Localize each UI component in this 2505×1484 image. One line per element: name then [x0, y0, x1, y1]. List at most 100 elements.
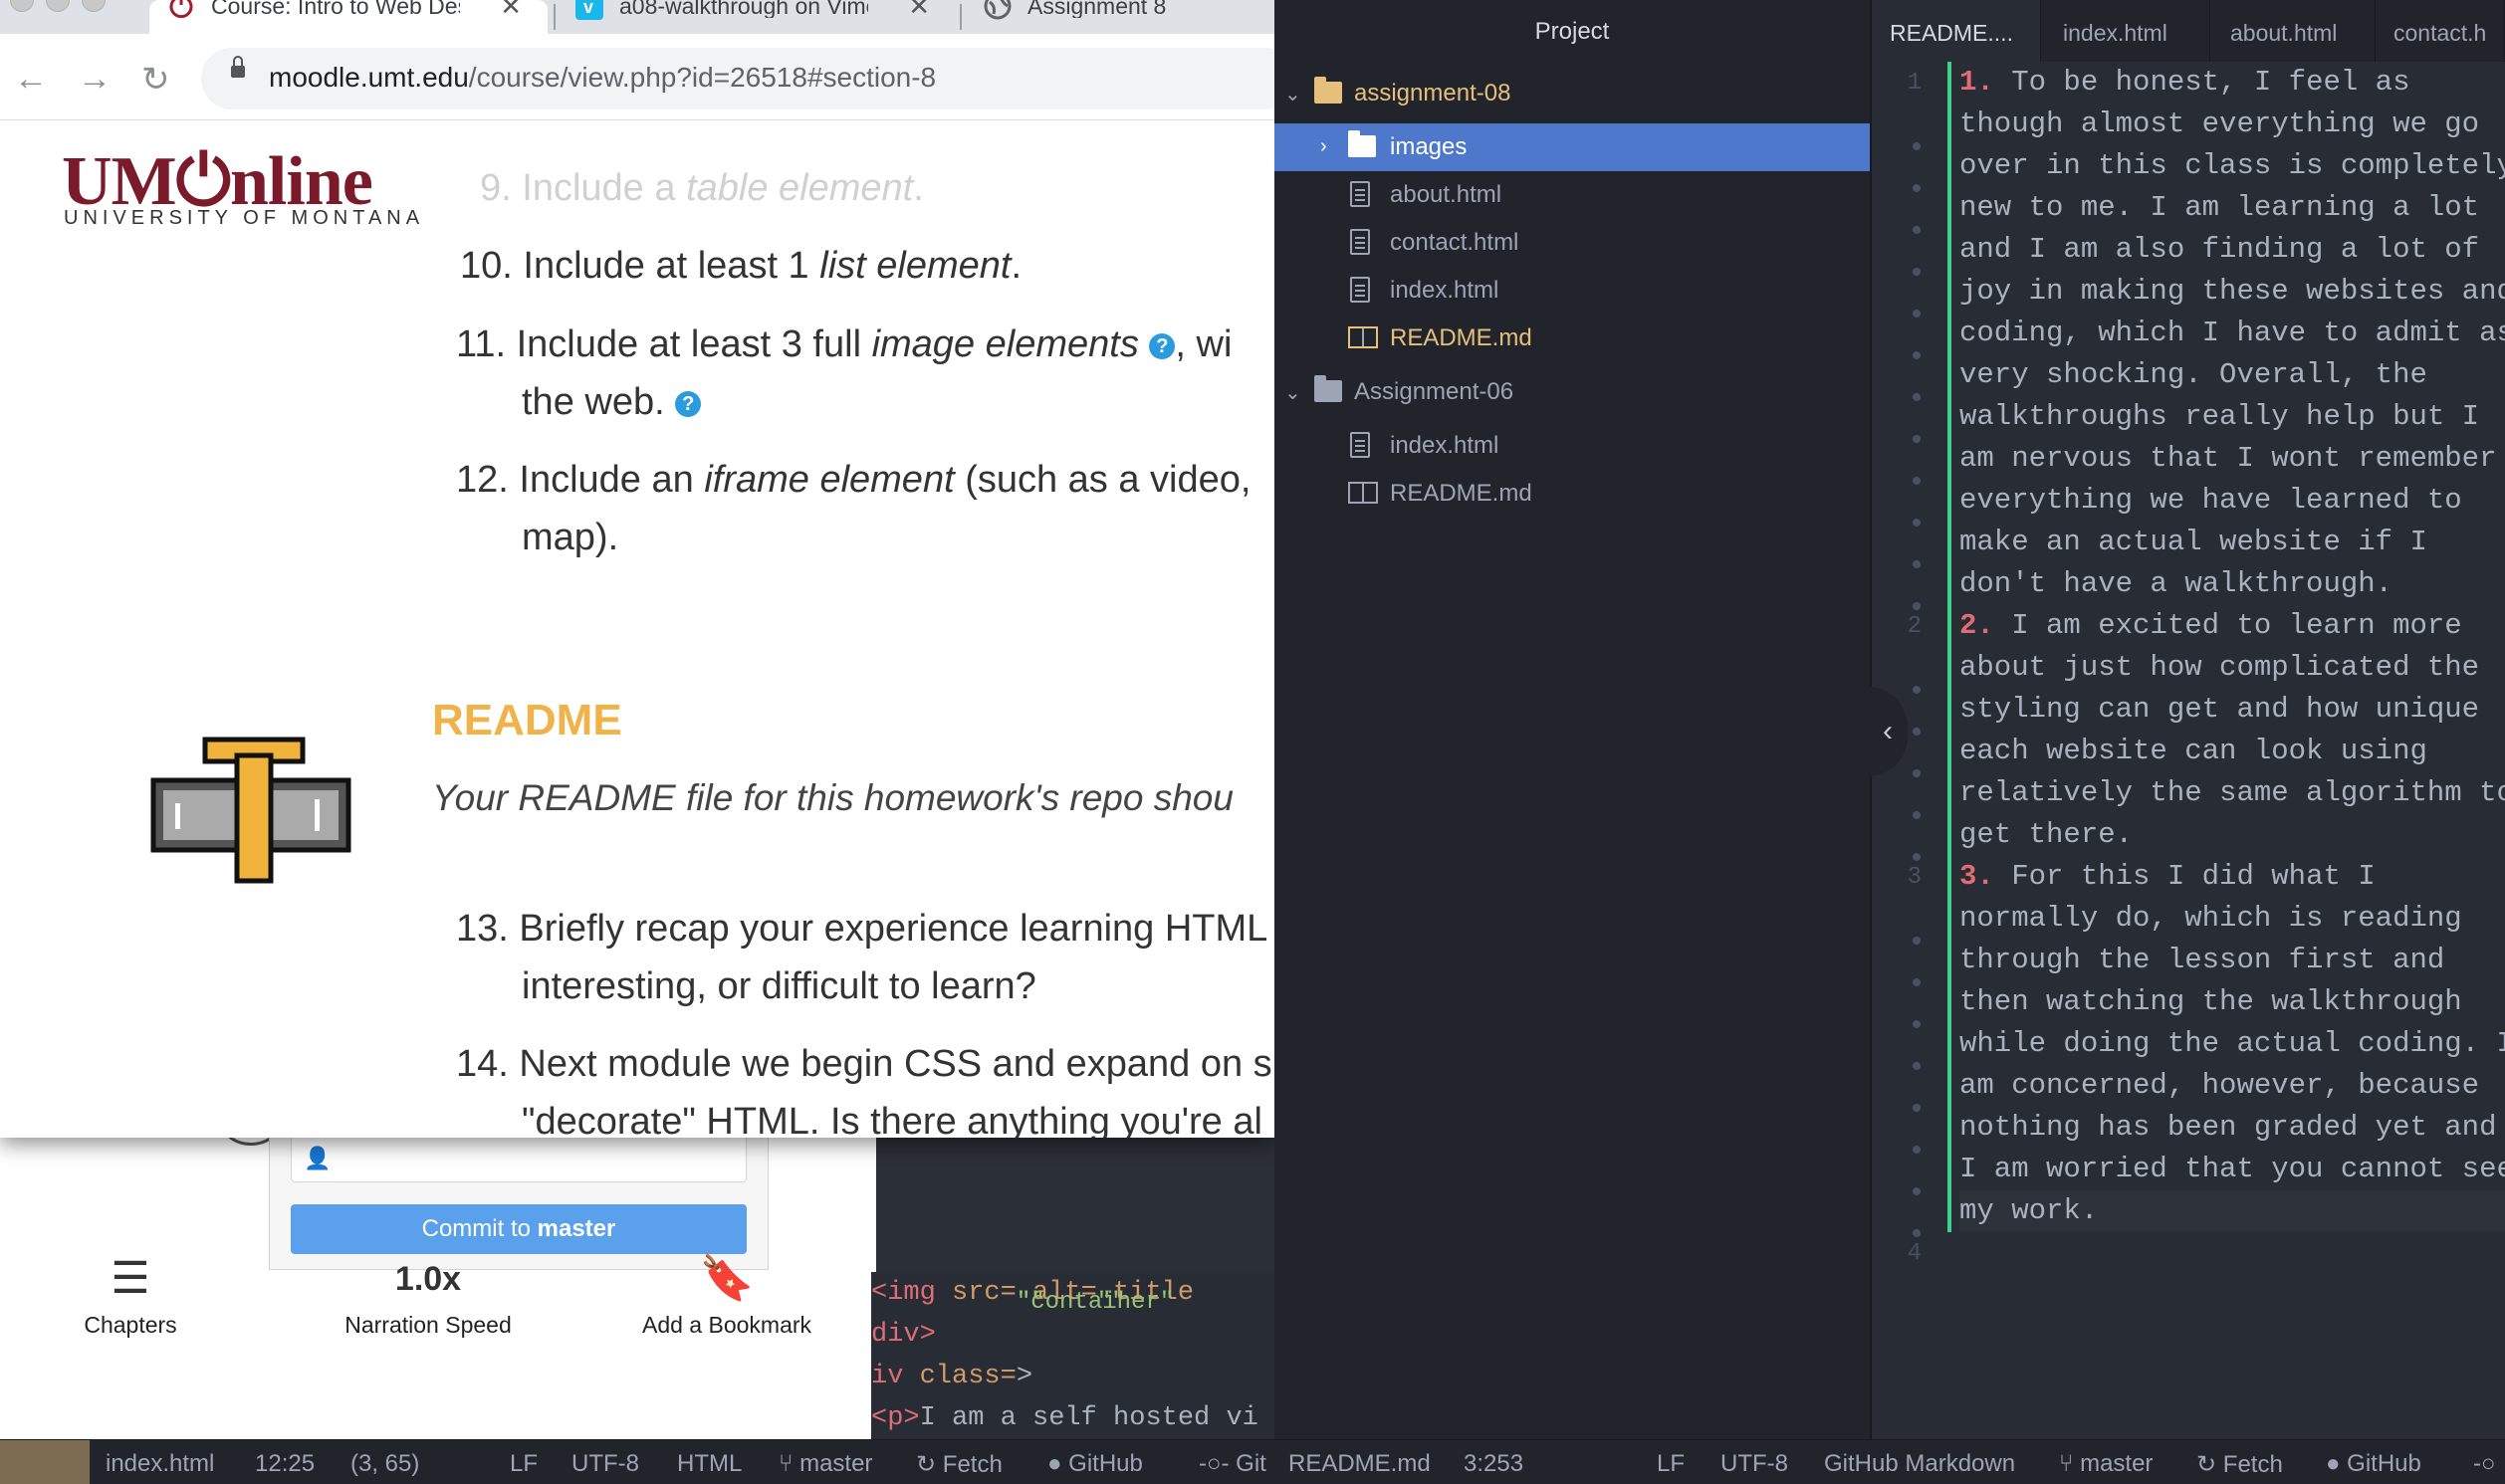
- chapters-button[interactable]: ☰ Chapters: [56, 1254, 205, 1339]
- tab-vimeo[interactable]: v a08-walkthrough on Vimeo ✕: [558, 0, 956, 34]
- editor-tab-contact[interactable]: contact.h: [2376, 0, 2505, 62]
- tree-file-index-06[interactable]: index.html: [1274, 422, 1870, 470]
- status-branch[interactable]: ⑂ master: [2059, 1450, 2153, 1478]
- forward-icon[interactable]: →: [78, 60, 112, 99]
- git-commit-icon[interactable]: -○: [2473, 1450, 2496, 1478]
- status-fetch[interactable]: ↻ Fetch: [916, 1450, 1003, 1479]
- help-icon[interactable]: ?: [1149, 333, 1176, 359]
- code-token: iv: [871, 1362, 904, 1391]
- tab-course[interactable]: Course: Intro to Web Desi ✕: [149, 0, 548, 34]
- close-tab-icon[interactable]: ✕: [500, 0, 522, 19]
- file-icon: [1350, 181, 1370, 207]
- tree-folder-assignment-08[interactable]: ⌄ assignment-08: [1274, 70, 1870, 117]
- code-line: 3. For this I did what I: [1959, 856, 2376, 898]
- page-content: UM⏻nline UNIVERSITY OF MONTANA 9. Includ…: [0, 120, 1274, 1138]
- list-item-11: 11. Include at least 3 full image elemen…: [456, 316, 1232, 373]
- text-editor-pane[interactable]: README.... index.html about.html contact…: [1868, 0, 2505, 1439]
- folder-icon: [1348, 130, 1376, 157]
- tab-assignment[interactable]: Assignment 8: [966, 0, 1274, 34]
- zoom-window-button[interactable]: [82, 0, 106, 12]
- status-github[interactable]: ● GitHub: [2326, 1450, 2421, 1478]
- list-item-9: 9. Include a table element.: [480, 159, 924, 217]
- fetch-label: Fetch: [942, 1451, 1003, 1478]
- code-line: and I am also finding a lot of: [1959, 233, 2480, 266]
- wrap-marker: [1913, 226, 1921, 234]
- narration-speed-button[interactable]: 1.0x Narration Speed: [329, 1254, 528, 1339]
- list-item-14-line2: "decorate" HTML. Is there anything you'r…: [522, 1093, 1262, 1138]
- status-encoding[interactable]: UTF-8: [1720, 1450, 1788, 1478]
- code-token: "container": [1016, 1289, 1175, 1316]
- tree-file-readme[interactable]: README.md: [1274, 315, 1870, 362]
- url-text[interactable]: moodle.umt.edu/course/view.php?id=26518#…: [269, 62, 936, 94]
- minimize-window-button[interactable]: [46, 0, 70, 12]
- commit-to-master-button[interactable]: Commit to master: [291, 1204, 747, 1254]
- github-label: GitHub: [1068, 1450, 1143, 1477]
- reload-icon[interactable]: ↻: [141, 60, 170, 100]
- status-encoding[interactable]: UTF-8: [571, 1450, 639, 1478]
- status-line-ending[interactable]: LF: [1657, 1450, 1685, 1478]
- wrap-marker: [1913, 1229, 1921, 1237]
- status-line-ending[interactable]: LF: [510, 1450, 538, 1478]
- add-person-icon[interactable]: 👤: [304, 1146, 331, 1171]
- status-grammar[interactable]: HTML: [677, 1450, 742, 1478]
- help-icon[interactable]: ?: [675, 391, 702, 417]
- list-item-12: 12. Include an iframe element (such as a…: [456, 451, 1251, 509]
- code-token: <img: [871, 1278, 936, 1308]
- status-cursor-position[interactable]: (3, 65): [350, 1450, 419, 1478]
- logo-subtitle: UNIVERSITY OF MONTANA: [64, 207, 425, 229]
- editor-tab-about[interactable]: about.html: [2210, 0, 2376, 62]
- tree-file-contact[interactable]: contact.html: [1274, 219, 1870, 267]
- code-line: though almost everything we go: [1959, 107, 2480, 140]
- lock-icon[interactable]: [231, 56, 245, 78]
- status-git[interactable]: -○- Git: [1199, 1450, 1266, 1478]
- status-file-name[interactable]: README.md: [1288, 1450, 1431, 1478]
- close-window-button[interactable]: [10, 0, 34, 12]
- code-line: new to me. I am learning a lot: [1959, 191, 2480, 224]
- wrap-marker: [1913, 728, 1921, 736]
- wrap-marker: [1913, 1062, 1921, 1070]
- tree-folder-images[interactable]: › images: [1274, 123, 1870, 171]
- file-label: README.md: [1390, 480, 1532, 507]
- item-text: .: [913, 167, 924, 209]
- status-branch[interactable]: ⑂ master: [779, 1450, 872, 1478]
- code-token: I am a self hosted vi: [919, 1403, 1258, 1433]
- item-number: 13.: [456, 908, 509, 950]
- browser-window: Course: Intro to Web Desi ✕ v a08-walkth…: [0, 0, 1274, 1138]
- status-cursor-line[interactable]: 12:25: [255, 1450, 315, 1478]
- wrap-marker: [1913, 769, 1921, 777]
- back-icon[interactable]: ←: [14, 60, 48, 99]
- tree-file-about[interactable]: about.html: [1274, 171, 1870, 219]
- list-number: 3.: [1959, 860, 1994, 893]
- status-fetch[interactable]: ↻ Fetch: [2196, 1450, 2283, 1479]
- status-cursor-position[interactable]: 3:253: [1464, 1450, 1523, 1478]
- code-line: styling can get and how unique: [1959, 693, 2480, 726]
- editor-tab-readme[interactable]: README....: [1872, 0, 2041, 62]
- add-bookmark-button[interactable]: 🔖 Add a Bookmark: [627, 1254, 826, 1339]
- code-line: get there.: [1959, 818, 2134, 851]
- status-grammar[interactable]: GitHub Markdown: [1824, 1450, 2015, 1478]
- wrap-marker: [1913, 310, 1921, 318]
- background-code-editor: <img src= "" alt= "" title div> iv class= "…: [871, 1272, 1279, 1447]
- wrap-marker: [1913, 435, 1921, 443]
- code-line: don't have a walkthrough.: [1959, 567, 2393, 600]
- item-text: interesting, or difficult to learn?: [522, 965, 1036, 1007]
- status-github[interactable]: ● GitHub: [1047, 1450, 1143, 1478]
- tree-folder-assignment-06[interactable]: ⌄ Assignment-06: [1274, 368, 1870, 416]
- item-text: .: [1011, 245, 1023, 287]
- editor-tab-label: index.html: [2063, 20, 2167, 46]
- editor-tab-index[interactable]: index.html: [2041, 0, 2210, 62]
- github-icon: ●: [1047, 1450, 1062, 1477]
- git-added-gutter-bar: [1947, 62, 1951, 1232]
- file-label: about.html: [1390, 181, 1502, 208]
- tree-file-index[interactable]: index.html: [1274, 267, 1870, 315]
- close-tab-icon[interactable]: ✕: [908, 0, 930, 19]
- status-file-name[interactable]: index.html: [106, 1450, 214, 1478]
- item-number: 10.: [460, 245, 513, 287]
- globe-icon: [984, 0, 1012, 20]
- editor-tab-label: about.html: [2230, 20, 2338, 46]
- tree-file-readme-06[interactable]: README.md: [1274, 470, 1870, 518]
- item-number: 12.: [456, 459, 509, 501]
- readme-description: Your README file for this homework's rep…: [432, 777, 1234, 818]
- item-text: the web.: [522, 381, 665, 423]
- commit-button-label: Commit to: [421, 1215, 538, 1242]
